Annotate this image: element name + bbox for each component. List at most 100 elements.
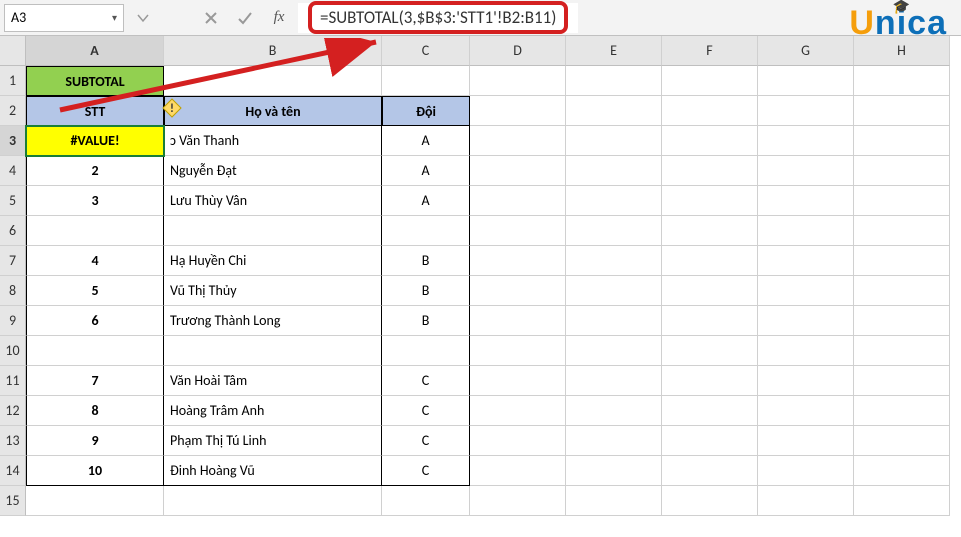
cell[interactable] xyxy=(662,126,758,156)
cell[interactable] xyxy=(854,336,950,366)
cell[interactable] xyxy=(758,126,854,156)
cell[interactable] xyxy=(470,156,566,186)
row-header[interactable]: 10 xyxy=(0,336,26,366)
cell[interactable] xyxy=(470,276,566,306)
col-header-H[interactable]: H xyxy=(854,36,950,66)
cell[interactable] xyxy=(164,216,382,246)
cell[interactable]: Văn Hoài Tâm xyxy=(164,366,382,396)
spreadsheet-grid[interactable]: A B C D E F G H 1 SUBTOTAL 2 STT Họ và t… xyxy=(0,36,961,516)
cell[interactable] xyxy=(566,216,662,246)
cell[interactable] xyxy=(758,156,854,186)
cell[interactable]: Nguyễn Đạt xyxy=(164,156,382,186)
cell[interactable] xyxy=(470,216,566,246)
cell[interactable] xyxy=(566,126,662,156)
cell[interactable] xyxy=(566,66,662,96)
cell[interactable] xyxy=(566,336,662,366)
cell[interactable]: B xyxy=(382,306,470,336)
col-header-G[interactable]: G xyxy=(758,36,854,66)
cell[interactable] xyxy=(758,456,854,486)
row-header[interactable]: 7 xyxy=(0,246,26,276)
row-header[interactable]: 9 xyxy=(0,306,26,336)
cell[interactable] xyxy=(662,396,758,426)
cell[interactable] xyxy=(854,216,950,246)
cell[interactable]: B xyxy=(382,246,470,276)
row-header[interactable]: 3 xyxy=(0,126,26,156)
cell[interactable] xyxy=(662,426,758,456)
row-header[interactable]: 14 xyxy=(0,456,26,486)
cell[interactable]: Đinh Hoàng Vũ xyxy=(164,456,382,486)
select-all-corner[interactable] xyxy=(0,36,26,66)
cell[interactable] xyxy=(566,246,662,276)
col-header-D[interactable]: D xyxy=(470,36,566,66)
dropdown-icon[interactable] xyxy=(128,4,158,32)
cell[interactable] xyxy=(566,456,662,486)
cell[interactable] xyxy=(470,306,566,336)
cell[interactable] xyxy=(470,186,566,216)
cell[interactable] xyxy=(854,306,950,336)
cell[interactable] xyxy=(662,336,758,366)
cell[interactable]: A xyxy=(382,156,470,186)
cell[interactable] xyxy=(164,486,382,516)
name-box[interactable]: A3 ▾ xyxy=(4,4,124,32)
cell-A2[interactable]: STT xyxy=(26,96,164,126)
cell[interactable] xyxy=(566,276,662,306)
cell[interactable]: 5 xyxy=(26,276,164,306)
cell[interactable] xyxy=(662,456,758,486)
formula-input[interactable]: =SUBTOTAL(3,$B$3:'STT1'!B2:B11) xyxy=(298,3,578,33)
cell[interactable]: 2 xyxy=(26,156,164,186)
cell[interactable] xyxy=(566,486,662,516)
cell[interactable] xyxy=(26,486,164,516)
cell-C2[interactable]: Đội xyxy=(382,96,470,126)
cell[interactable] xyxy=(662,246,758,276)
cancel-icon[interactable] xyxy=(196,4,226,32)
row-header[interactable]: 15 xyxy=(0,486,26,516)
cell[interactable] xyxy=(382,336,470,366)
row-header[interactable]: 2 xyxy=(0,96,26,126)
cell[interactable] xyxy=(470,486,566,516)
cell[interactable]: 8 xyxy=(26,396,164,426)
cell[interactable] xyxy=(470,456,566,486)
cell[interactable] xyxy=(662,216,758,246)
cell[interactable]: Vũ Thị Thủy xyxy=(164,276,382,306)
cell[interactable] xyxy=(854,426,950,456)
cell[interactable] xyxy=(758,216,854,246)
cell[interactable] xyxy=(758,486,854,516)
cell[interactable] xyxy=(566,426,662,456)
cell[interactable] xyxy=(758,396,854,426)
row-header[interactable]: 11 xyxy=(0,366,26,396)
cell[interactable] xyxy=(470,336,566,366)
cell[interactable] xyxy=(758,66,854,96)
cell[interactable]: A xyxy=(382,186,470,216)
cell[interactable]: 9 xyxy=(26,426,164,456)
cell[interactable]: 4 xyxy=(26,246,164,276)
cell[interactable] xyxy=(566,156,662,186)
cell[interactable] xyxy=(662,306,758,336)
error-warning-icon[interactable]: ! xyxy=(162,98,182,118)
cell[interactable] xyxy=(662,276,758,306)
row-header[interactable]: 6 xyxy=(0,216,26,246)
cell[interactable] xyxy=(662,66,758,96)
cell[interactable] xyxy=(758,246,854,276)
cell[interactable] xyxy=(854,66,950,96)
cell[interactable] xyxy=(382,66,470,96)
row-header[interactable]: 13 xyxy=(0,426,26,456)
row-header[interactable]: 8 xyxy=(0,276,26,306)
cell[interactable] xyxy=(758,276,854,306)
cell[interactable]: C xyxy=(382,426,470,456)
cell[interactable] xyxy=(854,276,950,306)
cell[interactable] xyxy=(854,246,950,276)
cell[interactable] xyxy=(26,336,164,366)
cell[interactable] xyxy=(470,246,566,276)
cell[interactable] xyxy=(854,126,950,156)
cell[interactable] xyxy=(854,156,950,186)
cell[interactable] xyxy=(470,126,566,156)
cell[interactable] xyxy=(854,96,950,126)
cell[interactable] xyxy=(854,366,950,396)
cell[interactable] xyxy=(662,186,758,216)
row-header[interactable]: 4 xyxy=(0,156,26,186)
cell[interactable]: 3 xyxy=(26,186,164,216)
col-header-A[interactable]: A xyxy=(26,36,164,66)
col-header-E[interactable]: E xyxy=(566,36,662,66)
cell[interactable] xyxy=(382,216,470,246)
cell[interactable] xyxy=(662,96,758,126)
